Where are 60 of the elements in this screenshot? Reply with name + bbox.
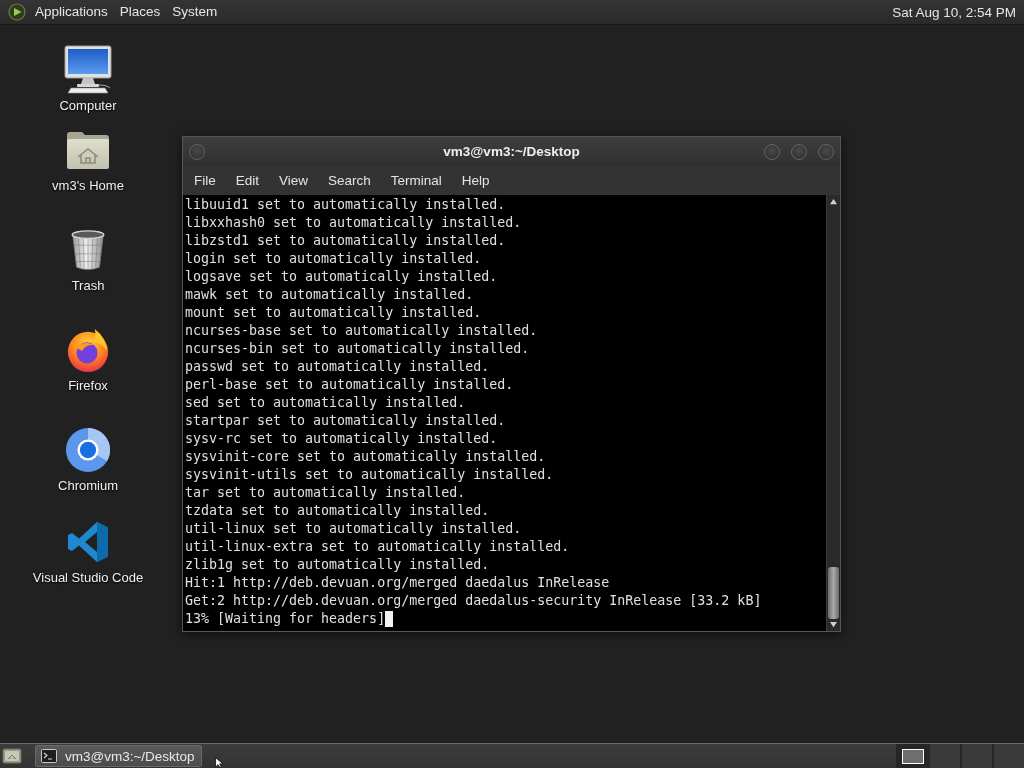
- workspace-thumbnail[interactable]: [960, 744, 992, 768]
- menu-item[interactable]: Terminal: [380, 168, 452, 193]
- output-line: 13% [Waiting for headers]: [185, 610, 386, 628]
- menu-logo-icon[interactable]: [8, 3, 26, 21]
- output-line: util-linux-extra set to automatically installed.: [185, 538, 570, 556]
- output-line: sysvinit-core set to automatically installed.: [185, 448, 546, 466]
- output-line: libuuid1 set to automatically installed.: [185, 196, 506, 214]
- menu-item[interactable]: Help: [451, 168, 500, 193]
- output-line: login set to automatically installed.: [185, 250, 482, 268]
- window-thumbnail-icon: [902, 748, 924, 764]
- trash-can-icon[interactable]: [69, 227, 107, 272]
- output-line: sysv-rc set to automatically installed.: [185, 430, 498, 448]
- scroll-down-arrow-icon[interactable]: [829, 621, 838, 628]
- scrollbar-thumb[interactable]: [828, 567, 839, 619]
- scroll-up-arrow-icon[interactable]: [829, 198, 838, 205]
- output-line: libzstd1 set to automatically installed.: [185, 232, 506, 250]
- desktop-icon-label[interactable]: Firefox: [68, 378, 108, 394]
- vscode-icon[interactable]: [66, 519, 110, 564]
- show-desktop-icon[interactable]: [2, 747, 22, 765]
- chromium-icon[interactable]: [65, 426, 111, 473]
- output-line: sed set to automatically installed.: [185, 394, 466, 412]
- menu-item[interactable]: View: [269, 168, 319, 193]
- menu-item[interactable]: Search: [318, 168, 381, 193]
- menu-item[interactable]: File: [184, 168, 226, 193]
- desktop-icon-label[interactable]: Computer: [59, 98, 117, 114]
- scrollbar[interactable]: [826, 195, 840, 631]
- window-title: vm3@vm3:~/Desktop: [442, 144, 581, 159]
- output-line: passwd set to automatically installed.: [185, 358, 490, 376]
- workspace-thumbnail[interactable]: [896, 744, 928, 768]
- desktop-icon-label[interactable]: Trash: [71, 278, 105, 294]
- output-line: logsave set to automatically installed.: [185, 268, 498, 286]
- output-line: tar set to automatically installed.: [185, 484, 466, 502]
- terminal-icon: [41, 749, 57, 763]
- desktop-icon-label[interactable]: Chromium: [58, 478, 118, 494]
- monitor-icon[interactable]: [63, 44, 113, 95]
- output-line: mawk set to automatically installed.: [185, 286, 474, 304]
- home-folder-icon[interactable]: [65, 129, 111, 170]
- menu-item[interactable]: Edit: [225, 168, 270, 193]
- panel-menu[interactable]: Applications: [29, 1, 114, 23]
- workspace-thumbnail[interactable]: [928, 744, 960, 768]
- desktop-icon-label[interactable]: Visual Studio Code: [32, 570, 144, 586]
- output-line: Hit:1 http://deb.devuan.org/merged daedalus InRelease: [185, 574, 610, 592]
- output-line: zlib1g set to automatically installed.: [185, 556, 490, 574]
- desktop-icon-label[interactable]: vm3's Home: [52, 178, 124, 194]
- output-line: startpar set to automatically installed.: [185, 412, 506, 430]
- output-line: mount set to automatically installed.: [185, 304, 482, 322]
- output-line: ncurses-bin set to automatically installed.: [185, 340, 530, 358]
- panel-menu[interactable]: System: [166, 1, 224, 23]
- output-line: tzdata set to automatically installed.: [185, 502, 490, 520]
- taskbar-button[interactable]: vm3@vm3:~/Desktop: [35, 745, 202, 767]
- output-line: sysvinit-utils set to automatically installed.: [185, 466, 554, 484]
- output-line: Get:2 http://deb.devuan.org/merged daedalus-security InRelease [33.2 kB]: [185, 592, 762, 610]
- panel-menu[interactable]: Places: [113, 1, 167, 23]
- mouse-pointer-icon: [215, 757, 224, 768]
- output-line: perl-base set to automatically installed.: [185, 376, 514, 394]
- output-line: ncurses-base set to automatically installed.: [185, 322, 538, 340]
- workspace-thumbnail[interactable]: [992, 744, 1024, 768]
- output-line: libxxhash0 set to automatically installed.: [185, 214, 522, 232]
- output-line: util-linux set to automatically installed.: [185, 520, 522, 538]
- clock[interactable]: Sat Aug 10, 2:54 PM: [892, 4, 1016, 20]
